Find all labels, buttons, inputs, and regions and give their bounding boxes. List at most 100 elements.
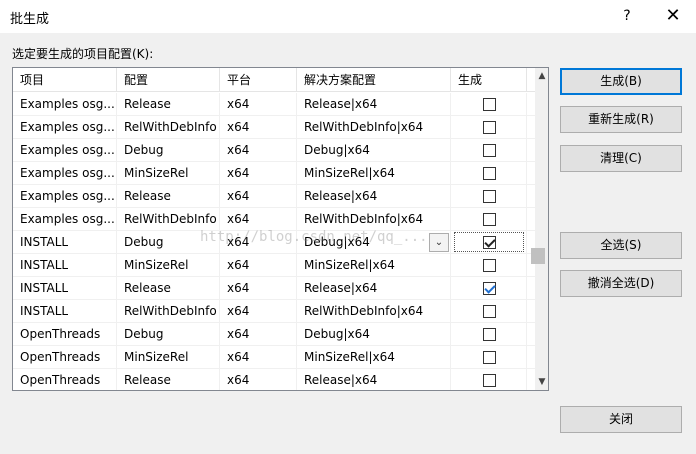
platform-cell: x64 — [220, 300, 297, 323]
table-row[interactable]: OpenThreads Debug x64 Debug|x64 — [13, 323, 535, 346]
solution-config-cell: RelWithDebInfo|x64 — [297, 208, 451, 231]
build-checkbox[interactable] — [483, 144, 496, 157]
config-cell: Release — [117, 185, 220, 208]
build-checkbox[interactable] — [483, 213, 496, 226]
solution-config-cell: MinSizeRel|x64 — [297, 162, 451, 185]
table-row[interactable]: Examples osg... Release x64 Release|x64 — [13, 93, 535, 116]
table-row[interactable]: INSTALL Debug x64 Debug|x64 ⌄ — [13, 231, 535, 254]
table-row[interactable]: OpenThreads Release x64 Release|x64 — [13, 369, 535, 390]
project-cell: INSTALL — [13, 231, 117, 254]
clean-button[interactable]: 清理(C) — [560, 145, 682, 172]
platform-cell: x64 — [220, 231, 297, 254]
table-row[interactable]: Examples osg... RelWithDebInfo x64 RelWithD… — [13, 208, 535, 231]
project-cell: OpenThreads — [13, 369, 117, 390]
select-all-button[interactable]: 全选(S) — [560, 232, 682, 259]
scrollbar-thumb[interactable] — [531, 248, 545, 264]
column-header-platform[interactable]: 平台 — [220, 68, 297, 92]
column-header-config[interactable]: 配置 — [117, 68, 220, 92]
project-cell: INSTALL — [13, 300, 117, 323]
build-checkbox[interactable] — [483, 328, 496, 341]
project-cell: Examples osg... — [13, 162, 117, 185]
platform-cell: x64 — [220, 208, 297, 231]
vertical-scrollbar[interactable]: ▲ ▼ — [535, 68, 548, 390]
project-cell: Examples osg... — [13, 93, 117, 116]
column-header-build[interactable]: 生成 — [451, 68, 527, 92]
config-cell: RelWithDebInfo — [117, 300, 220, 323]
solution-config-cell: Debug|x64 — [297, 323, 451, 346]
config-cell: RelWithDebInfo — [117, 208, 220, 231]
platform-cell: x64 — [220, 116, 297, 139]
solution-config-cell: Release|x64 — [297, 277, 451, 300]
platform-cell: x64 — [220, 277, 297, 300]
config-cell: MinSizeRel — [117, 162, 220, 185]
project-cell: INSTALL — [13, 277, 117, 300]
config-cell: RelWithDebInfo — [117, 116, 220, 139]
platform-cell: x64 — [220, 346, 297, 369]
window-title: 批生成 — [10, 12, 50, 27]
config-cell: MinSizeRel — [117, 346, 220, 369]
solution-config-cell: RelWithDebInfo|x64 — [297, 116, 451, 139]
build-checkbox[interactable] — [483, 98, 496, 111]
project-config-list[interactable]: 项目 配置 平台 解决方案配置 生成 Examples osg... Releas… — [12, 67, 549, 391]
project-cell: Examples osg... — [13, 116, 117, 139]
build-checkbox[interactable] — [483, 190, 496, 203]
solution-config-cell: Release|x64 — [297, 93, 451, 116]
list-prompt-label: 选定要生成的项目配置(K): — [12, 47, 154, 61]
help-button[interactable]: ? — [612, 4, 642, 28]
config-cell: Release — [117, 369, 220, 390]
solution-config-cell: MinSizeRel|x64 — [297, 254, 451, 277]
platform-cell: x64 — [220, 139, 297, 162]
project-cell: Examples osg... — [13, 185, 117, 208]
project-cell: OpenThreads — [13, 346, 117, 369]
solution-config-cell: Release|x64 — [297, 185, 451, 208]
build-checkbox[interactable] — [483, 374, 496, 387]
chevron-down-icon[interactable]: ⌄ — [429, 233, 449, 252]
config-cell: Debug — [117, 323, 220, 346]
build-checkbox[interactable] — [483, 305, 496, 318]
close-icon[interactable]: ✕ — [658, 4, 688, 28]
platform-cell: x64 — [220, 93, 297, 116]
column-header-project[interactable]: 项目 — [13, 68, 117, 92]
build-checkbox[interactable] — [483, 167, 496, 180]
build-checkbox[interactable] — [483, 236, 496, 249]
build-checkbox[interactable] — [483, 259, 496, 272]
deselect-all-button[interactable]: 撤消全选(D) — [560, 270, 682, 297]
config-cell: Debug — [117, 139, 220, 162]
scroll-down-icon[interactable]: ▼ — [535, 374, 548, 390]
table-row[interactable]: Examples osg... MinSizeRel x64 MinSizeRel|x… — [13, 162, 535, 185]
config-cell: Debug — [117, 231, 220, 254]
build-checkbox[interactable] — [483, 351, 496, 364]
platform-cell: x64 — [220, 369, 297, 390]
build-checkbox[interactable] — [483, 282, 496, 295]
platform-cell: x64 — [220, 162, 297, 185]
list-header: 项目 配置 平台 解决方案配置 生成 — [13, 68, 535, 92]
platform-cell: x64 — [220, 185, 297, 208]
platform-cell: x64 — [220, 323, 297, 346]
column-header-solution-config[interactable]: 解决方案配置 — [297, 68, 451, 92]
table-row[interactable]: Examples osg... RelWithDebInfo x64 RelWithD… — [13, 116, 535, 139]
build-checkbox[interactable] — [483, 121, 496, 134]
rebuild-button[interactable]: 重新生成(R) — [560, 106, 682, 133]
table-row[interactable]: OpenThreads MinSizeRel x64 MinSizeRel|x64 — [13, 346, 535, 369]
table-row[interactable]: INSTALL RelWithDebInfo x64 RelWithDebInfo|x… — [13, 300, 535, 323]
project-cell: INSTALL — [13, 254, 117, 277]
project-cell: Examples osg... — [13, 208, 117, 231]
table-row[interactable]: INSTALL MinSizeRel x64 MinSizeRel|x64 — [13, 254, 535, 277]
solution-config-cell: Debug|x64 — [297, 231, 451, 254]
platform-cell: x64 — [220, 254, 297, 277]
config-cell: Release — [117, 277, 220, 300]
table-row[interactable]: Examples osg... Debug x64 Debug|x64 — [13, 139, 535, 162]
solution-config-cell: RelWithDebInfo|x64 — [297, 300, 451, 323]
solution-config-cell: Debug|x64 — [297, 139, 451, 162]
table-row[interactable]: INSTALL Release x64 Release|x64 — [13, 277, 535, 300]
project-cell: Examples osg... — [13, 139, 117, 162]
scroll-up-icon[interactable]: ▲ — [535, 68, 548, 84]
project-cell: OpenThreads — [13, 323, 117, 346]
title-bar: 批生成 ? ✕ — [0, 0, 696, 33]
table-row[interactable]: Examples osg... Release x64 Release|x64 — [13, 185, 535, 208]
solution-config-cell: Release|x64 — [297, 369, 451, 390]
solution-config-cell: MinSizeRel|x64 — [297, 346, 451, 369]
config-cell: Release — [117, 93, 220, 116]
build-button[interactable]: 生成(B) — [560, 68, 682, 95]
close-button[interactable]: 关闭 — [560, 406, 682, 433]
